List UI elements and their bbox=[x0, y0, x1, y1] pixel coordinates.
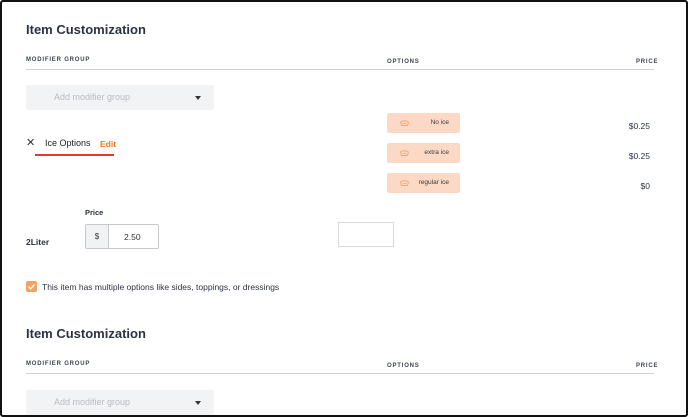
modifier-group-name: Ice Options bbox=[45, 138, 91, 148]
currency-prefix: $ bbox=[86, 225, 109, 248]
col-header-options: OPTIONS bbox=[387, 363, 420, 369]
col-header-modifier-group: MODIFIER GROUP bbox=[26, 361, 91, 367]
col-header-price: PRICE bbox=[636, 363, 659, 369]
option-label: extra ice bbox=[424, 149, 449, 156]
edit-modifier-group-link[interactable]: Edit bbox=[100, 139, 116, 149]
header-divider bbox=[26, 69, 654, 70]
drink-icon bbox=[400, 150, 409, 156]
col-header-options: OPTIONS bbox=[387, 59, 420, 65]
option-label: regular ice bbox=[418, 179, 449, 186]
size-name: 2Liter bbox=[26, 237, 50, 247]
col-header-modifier-group: MODIFIER GROUP bbox=[26, 57, 91, 63]
price-value[interactable]: 2.50 bbox=[124, 232, 141, 242]
option-price: $0.25 bbox=[628, 121, 650, 131]
option-chip[interactable]: regular ice bbox=[387, 173, 460, 193]
price-field[interactable]: $ 2.50 bbox=[85, 224, 159, 249]
item-customization-panel: Item Customization MODIFIER GROUP OPTION… bbox=[0, 0, 688, 417]
section-title: Item Customization bbox=[26, 326, 146, 341]
drink-icon bbox=[400, 180, 409, 186]
price-label: Price bbox=[85, 208, 104, 217]
chevron-down-icon bbox=[195, 96, 201, 100]
active-group-underline bbox=[35, 154, 114, 156]
add-modifier-group-placeholder: Add modifier group bbox=[54, 92, 131, 102]
drink-icon bbox=[400, 120, 409, 126]
add-modifier-group-select[interactable]: Add modifier group bbox=[26, 85, 214, 110]
checkmark-icon bbox=[28, 283, 36, 290]
option-label: No ice bbox=[430, 119, 449, 126]
close-icon[interactable]: ✕ bbox=[26, 137, 36, 149]
header-divider bbox=[26, 373, 654, 374]
option-chip[interactable]: extra ice bbox=[387, 143, 460, 163]
col-header-price: PRICE bbox=[636, 59, 659, 65]
option-price: $0 bbox=[640, 181, 650, 191]
option-price: $0.25 bbox=[628, 151, 650, 161]
multiple-options-checkbox[interactable] bbox=[26, 281, 37, 292]
multiple-options-label: This item has multiple options like side… bbox=[42, 282, 280, 292]
option-chip[interactable]: No ice bbox=[387, 113, 460, 133]
section-title: Item Customization bbox=[26, 22, 146, 37]
add-modifier-group-placeholder: Add modifier group bbox=[54, 397, 131, 407]
empty-input-box[interactable] bbox=[338, 222, 394, 247]
chevron-down-icon bbox=[195, 401, 201, 405]
add-modifier-group-select[interactable]: Add modifier group bbox=[26, 390, 214, 415]
